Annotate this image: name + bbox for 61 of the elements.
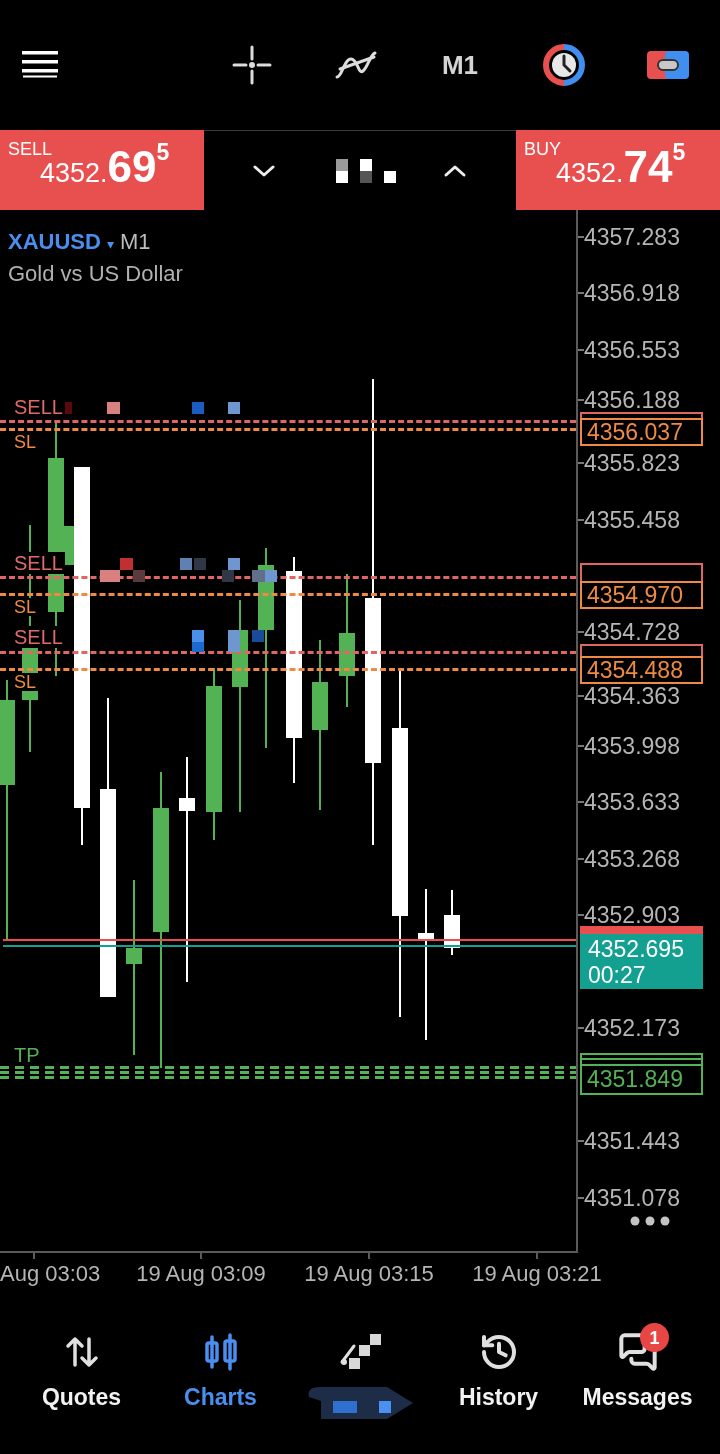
bid-price: 4352.695 [588, 936, 685, 962]
chevron-up-icon [443, 163, 467, 178]
price-axis-label: 4357.283 [584, 226, 680, 248]
menu-button[interactable] [21, 51, 59, 79]
take-profit-price-tag: 4351.849 [580, 1053, 703, 1095]
chevron-down-icon [252, 163, 276, 178]
price-axis-label: 4354.728 [584, 621, 680, 643]
candlestick-icon [203, 1333, 238, 1371]
chart-timeframe: M1 [119, 228, 151, 256]
price-axis-label: 4356.188 [584, 389, 680, 411]
buy-button[interactable]: BUY 4352.74$^{5}$ [516, 130, 720, 210]
stop-loss-price-tag: 4354.970 [580, 581, 703, 609]
symbol-description: Gold vs US Dollar [8, 260, 183, 288]
mosaic-icon [100, 558, 277, 582]
nav-tab[interactable]: Messages 1 [568, 1303, 707, 1454]
crosshair-button[interactable] [232, 45, 272, 85]
symbol-name[interactable]: XAUUSD [8, 227, 101, 256]
price-axis-label: 4351.078 [584, 1187, 680, 1209]
time-axis-label: 19 Aug 03:21 [472, 1261, 602, 1287]
nav-tab[interactable]: Quotes [12, 1303, 151, 1454]
price-axis-label: 4353.998 [584, 735, 680, 757]
unread-badge: 1 [640, 1323, 669, 1352]
price-axis-label: 4352.173 [584, 1017, 680, 1039]
toggle-icon [647, 51, 689, 79]
time-axis-label: 19 Aug 03:09 [136, 1261, 266, 1287]
stop-loss-label: SL [12, 673, 39, 691]
decrease-volume-button[interactable] [252, 163, 276, 178]
stop-loss-price-tag: 4356.037 [580, 418, 703, 446]
price-axis-label: 4352.903 [584, 904, 680, 926]
clock-icon [543, 44, 585, 86]
timeframe-button[interactable]: M1 [441, 50, 479, 80]
price-axis-label: 4355.823 [584, 452, 680, 474]
toggle-button[interactable] [647, 51, 689, 79]
sell-button[interactable]: SELL 4352.69$^{5}$ [0, 130, 204, 210]
order-type-label: SELL [12, 552, 65, 574]
price-axis-label: 4351.443 [584, 1130, 680, 1152]
price-axis-label: 4355.458 [584, 509, 680, 531]
price-axis-label: 4353.633 [584, 791, 680, 813]
bar-countdown: 00:27 [588, 962, 647, 988]
time-axis-label: 19 Aug 03:15 [304, 1261, 434, 1287]
order-type-label: SELL [12, 626, 65, 648]
up-down-arrows-icon [64, 1335, 99, 1369]
clock-button[interactable] [543, 44, 585, 86]
symbol-menu-glyph[interactable]: ▾ [106, 230, 114, 259]
crosshair-icon [232, 45, 272, 85]
mosaic-icon [336, 158, 396, 183]
menu-icon [21, 51, 59, 79]
increase-volume-button[interactable] [443, 163, 467, 178]
price-axis-label: 4356.918 [584, 282, 680, 304]
price-axis-label: 4353.268 [584, 848, 680, 870]
nav-tab[interactable]: History [429, 1303, 568, 1454]
stop-loss-label: SL [12, 598, 39, 616]
more-icon[interactable] [630, 1216, 670, 1226]
mosaic-icon [192, 630, 264, 652]
messages-icon [617, 1332, 658, 1372]
price-axis-label: 4354.363 [584, 685, 680, 707]
stop-loss-price-tag: 4354.488 [580, 656, 703, 684]
nav-tab[interactable]: Charts [151, 1303, 290, 1454]
time-axis-label: Aug 03:03 [0, 1261, 101, 1287]
stop-loss-label: SL [12, 433, 39, 451]
price-axis-label: 4356.553 [584, 339, 680, 361]
